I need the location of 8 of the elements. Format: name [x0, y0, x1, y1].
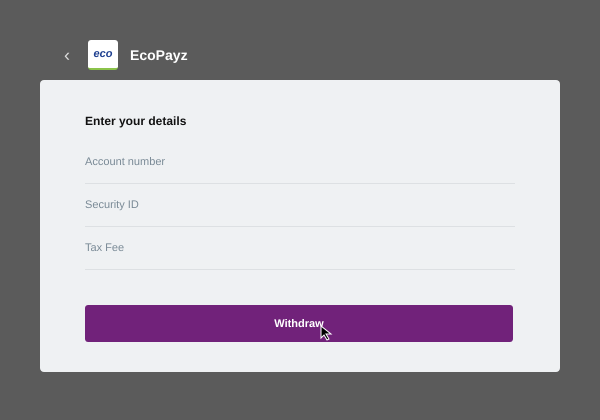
withdraw-button[interactable]: Withdraw	[85, 305, 513, 342]
logo: eco	[88, 40, 118, 70]
input-field[interactable]: Account number	[85, 141, 515, 184]
input-field[interactable]: Security ID	[85, 184, 515, 227]
form-heading: Enter your details	[85, 114, 188, 128]
input-field[interactable]: Tax Fee	[85, 227, 515, 270]
page-title: EcoPayz	[130, 47, 188, 63]
back-button[interactable]: ‹	[64, 46, 88, 64]
